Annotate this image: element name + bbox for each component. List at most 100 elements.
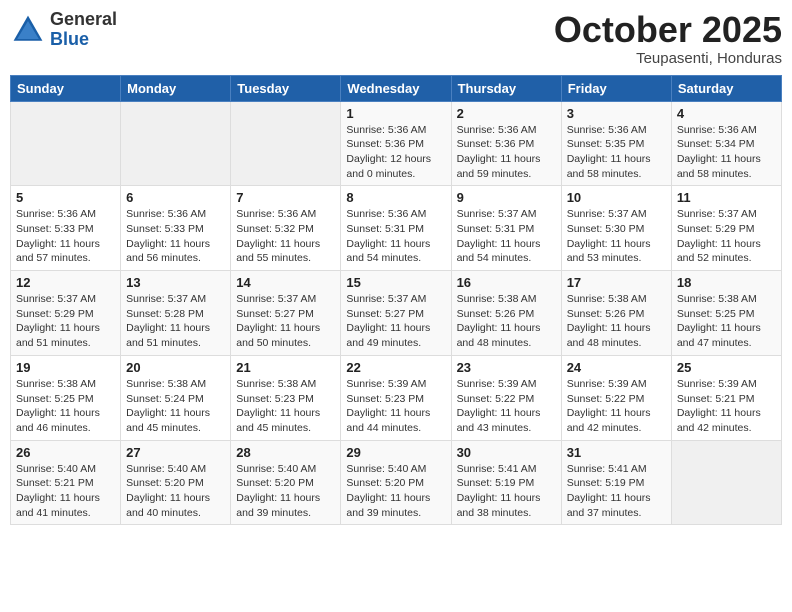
calendar-cell: 1Sunrise: 5:36 AM Sunset: 5:36 PM Daylig… <box>341 101 451 186</box>
day-number: 25 <box>677 360 776 375</box>
calendar-cell: 19 Sunrise: 5:38 AM Sunset: 5:25 PM Dayli… <box>11 355 121 440</box>
calendar-cell: 25 Sunrise: 5:39 AM Sunset: 5:21 PM Dayli… <box>671 355 781 440</box>
calendar-cell: 6 Sunrise: 5:36 AM Sunset: 5:33 PM Daylig… <box>121 186 231 271</box>
day-info: Sunrise: 5:37 AM Sunset: 5:30 PM Dayligh… <box>567 207 666 266</box>
day-info: Sunrise: 5:38 AM Sunset: 5:23 PM Dayligh… <box>236 377 335 436</box>
weekday-header: Tuesday <box>231 75 341 101</box>
day-info: Sunrise: 5:41 AM Sunset: 5:19 PM Dayligh… <box>457 462 556 521</box>
day-info: Sunrise: 5:39 AM Sunset: 5:22 PM Dayligh… <box>567 377 666 436</box>
calendar-week-row: 26 Sunrise: 5:40 AM Sunset: 5:21 PM Dayli… <box>11 440 782 525</box>
logo-text: General Blue <box>50 10 117 50</box>
day-number: 6 <box>126 190 225 205</box>
calendar-cell: 13 Sunrise: 5:37 AM Sunset: 5:28 PM Dayli… <box>121 271 231 356</box>
calendar-cell: 21 Sunrise: 5:38 AM Sunset: 5:23 PM Dayli… <box>231 355 341 440</box>
day-number: 26 <box>16 445 115 460</box>
day-info: Sunrise: 5:39 AM Sunset: 5:23 PM Dayligh… <box>346 377 445 436</box>
calendar-cell <box>121 101 231 186</box>
calendar-cell: 3 Sunrise: 5:36 AM Sunset: 5:35 PM Daylig… <box>561 101 671 186</box>
calendar-cell: 10 Sunrise: 5:37 AM Sunset: 5:30 PM Dayli… <box>561 186 671 271</box>
day-info: Sunrise: 5:38 AM Sunset: 5:24 PM Dayligh… <box>126 377 225 436</box>
logo: General Blue <box>10 10 117 50</box>
day-info: Sunrise: 5:36 AM Sunset: 5:36 PM Dayligh… <box>346 123 445 182</box>
day-info: Sunrise: 5:36 AM Sunset: 5:35 PM Dayligh… <box>567 123 666 182</box>
day-number: 5 <box>16 190 115 205</box>
calendar-cell: 26 Sunrise: 5:40 AM Sunset: 5:21 PM Dayli… <box>11 440 121 525</box>
day-info: Sunrise: 5:40 AM Sunset: 5:20 PM Dayligh… <box>236 462 335 521</box>
weekday-header: Friday <box>561 75 671 101</box>
weekday-header-row: SundayMondayTuesdayWednesdayThursdayFrid… <box>11 75 782 101</box>
calendar-cell: 29Sunrise: 5:40 AM Sunset: 5:20 PM Dayli… <box>341 440 451 525</box>
day-number: 7 <box>236 190 335 205</box>
day-number: 30 <box>457 445 556 460</box>
calendar-cell: 20 Sunrise: 5:38 AM Sunset: 5:24 PM Dayli… <box>121 355 231 440</box>
calendar-cell: 15 Sunrise: 5:37 AM Sunset: 5:27 PM Dayli… <box>341 271 451 356</box>
calendar-cell: 7 Sunrise: 5:36 AM Sunset: 5:32 PM Daylig… <box>231 186 341 271</box>
day-number: 12 <box>16 275 115 290</box>
day-info: Sunrise: 5:38 AM Sunset: 5:26 PM Dayligh… <box>457 292 556 351</box>
day-number: 27 <box>126 445 225 460</box>
day-number: 18 <box>677 275 776 290</box>
day-number: 20 <box>126 360 225 375</box>
calendar-cell: 31Sunrise: 5:41 AM Sunset: 5:19 PM Dayli… <box>561 440 671 525</box>
page-header: General Blue October 2025 Teupasenti, Ho… <box>10 10 782 67</box>
location: Teupasenti, Honduras <box>554 50 782 67</box>
day-info: Sunrise: 5:36 AM Sunset: 5:34 PM Dayligh… <box>677 123 776 182</box>
calendar-cell <box>11 101 121 186</box>
day-number: 15 <box>346 275 445 290</box>
day-number: 3 <box>567 106 666 121</box>
day-info: Sunrise: 5:37 AM Sunset: 5:27 PM Dayligh… <box>236 292 335 351</box>
calendar-cell: 17 Sunrise: 5:38 AM Sunset: 5:26 PM Dayli… <box>561 271 671 356</box>
calendar-cell: 4 Sunrise: 5:36 AM Sunset: 5:34 PM Daylig… <box>671 101 781 186</box>
title-block: October 2025 Teupasenti, Honduras <box>554 10 782 67</box>
weekday-header: Saturday <box>671 75 781 101</box>
day-info: Sunrise: 5:38 AM Sunset: 5:25 PM Dayligh… <box>677 292 776 351</box>
day-number: 19 <box>16 360 115 375</box>
day-info: Sunrise: 5:36 AM Sunset: 5:33 PM Dayligh… <box>126 207 225 266</box>
day-info: Sunrise: 5:38 AM Sunset: 5:25 PM Dayligh… <box>16 377 115 436</box>
day-info: Sunrise: 5:36 AM Sunset: 5:32 PM Dayligh… <box>236 207 335 266</box>
day-number: 13 <box>126 275 225 290</box>
calendar-week-row: 12Sunrise: 5:37 AM Sunset: 5:29 PM Dayli… <box>11 271 782 356</box>
day-number: 4 <box>677 106 776 121</box>
calendar-week-row: 5 Sunrise: 5:36 AM Sunset: 5:33 PM Daylig… <box>11 186 782 271</box>
logo-icon <box>10 12 46 48</box>
day-number: 22 <box>346 360 445 375</box>
weekday-header: Wednesday <box>341 75 451 101</box>
day-info: Sunrise: 5:38 AM Sunset: 5:26 PM Dayligh… <box>567 292 666 351</box>
calendar-cell: 24Sunrise: 5:39 AM Sunset: 5:22 PM Dayli… <box>561 355 671 440</box>
calendar-cell: 23 Sunrise: 5:39 AM Sunset: 5:22 PM Dayli… <box>451 355 561 440</box>
day-number: 16 <box>457 275 556 290</box>
day-info: Sunrise: 5:39 AM Sunset: 5:21 PM Dayligh… <box>677 377 776 436</box>
day-info: Sunrise: 5:39 AM Sunset: 5:22 PM Dayligh… <box>457 377 556 436</box>
day-number: 17 <box>567 275 666 290</box>
day-info: Sunrise: 5:37 AM Sunset: 5:31 PM Dayligh… <box>457 207 556 266</box>
day-info: Sunrise: 5:37 AM Sunset: 5:29 PM Dayligh… <box>677 207 776 266</box>
day-info: Sunrise: 5:36 AM Sunset: 5:33 PM Dayligh… <box>16 207 115 266</box>
day-info: Sunrise: 5:40 AM Sunset: 5:21 PM Dayligh… <box>16 462 115 521</box>
day-number: 9 <box>457 190 556 205</box>
day-info: Sunrise: 5:37 AM Sunset: 5:27 PM Dayligh… <box>346 292 445 351</box>
calendar-cell: 9 Sunrise: 5:37 AM Sunset: 5:31 PM Daylig… <box>451 186 561 271</box>
day-number: 2 <box>457 106 556 121</box>
calendar-cell: 22 Sunrise: 5:39 AM Sunset: 5:23 PM Dayli… <box>341 355 451 440</box>
day-info: Sunrise: 5:40 AM Sunset: 5:20 PM Dayligh… <box>346 462 445 521</box>
day-info: Sunrise: 5:40 AM Sunset: 5:20 PM Dayligh… <box>126 462 225 521</box>
calendar-cell: 12Sunrise: 5:37 AM Sunset: 5:29 PM Dayli… <box>11 271 121 356</box>
calendar-cell: 16 Sunrise: 5:38 AM Sunset: 5:26 PM Dayli… <box>451 271 561 356</box>
calendar-table: SundayMondayTuesdayWednesdayThursdayFrid… <box>10 75 782 526</box>
day-number: 21 <box>236 360 335 375</box>
day-number: 28 <box>236 445 335 460</box>
calendar-cell: 2 Sunrise: 5:36 AM Sunset: 5:36 PM Daylig… <box>451 101 561 186</box>
day-number: 11 <box>677 190 776 205</box>
day-info: Sunrise: 5:36 AM Sunset: 5:36 PM Dayligh… <box>457 123 556 182</box>
calendar-cell: 14 Sunrise: 5:37 AM Sunset: 5:27 PM Dayli… <box>231 271 341 356</box>
calendar-cell: 8Sunrise: 5:36 AM Sunset: 5:31 PM Daylig… <box>341 186 451 271</box>
day-number: 10 <box>567 190 666 205</box>
calendar-cell: 18 Sunrise: 5:38 AM Sunset: 5:25 PM Dayli… <box>671 271 781 356</box>
calendar-cell: 11 Sunrise: 5:37 AM Sunset: 5:29 PM Dayli… <box>671 186 781 271</box>
day-number: 23 <box>457 360 556 375</box>
day-number: 14 <box>236 275 335 290</box>
weekday-header: Monday <box>121 75 231 101</box>
day-info: Sunrise: 5:37 AM Sunset: 5:28 PM Dayligh… <box>126 292 225 351</box>
calendar-cell <box>671 440 781 525</box>
